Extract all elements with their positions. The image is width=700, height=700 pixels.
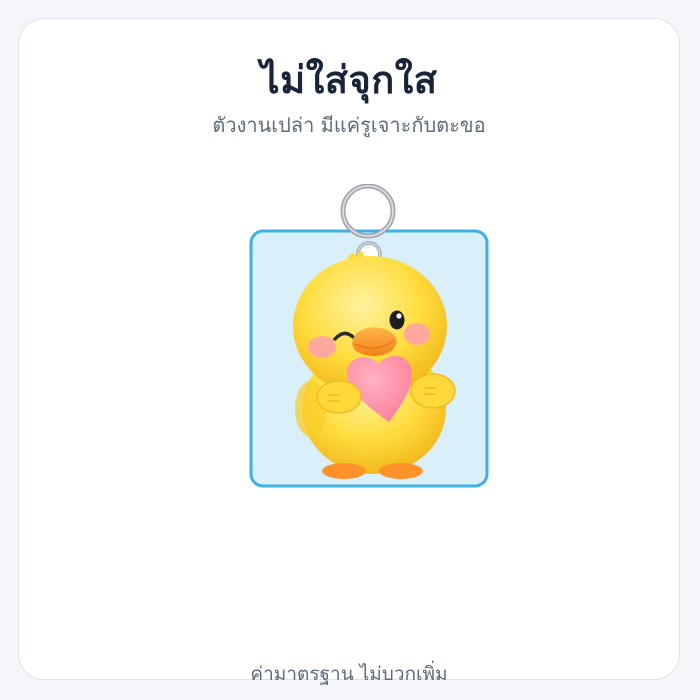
- keychain-preview: [249, 184, 489, 488]
- option-subtitle: ตัวงานเปล่า มีแค่รูเจาะกับตะขอ: [212, 113, 486, 137]
- option-card[interactable]: ไม่ใส่จุกใส ตัวงานเปล่า มีแค่รูเจาะกับตะ…: [18, 18, 680, 685]
- price-note: ค่ามาตรฐาน ไม่บวกเพิ่ม: [250, 663, 448, 685]
- option-title: ไม่ใส่จุกใส: [260, 58, 438, 102]
- eye-icon: [389, 310, 405, 330]
- duck-illustration: [293, 251, 456, 479]
